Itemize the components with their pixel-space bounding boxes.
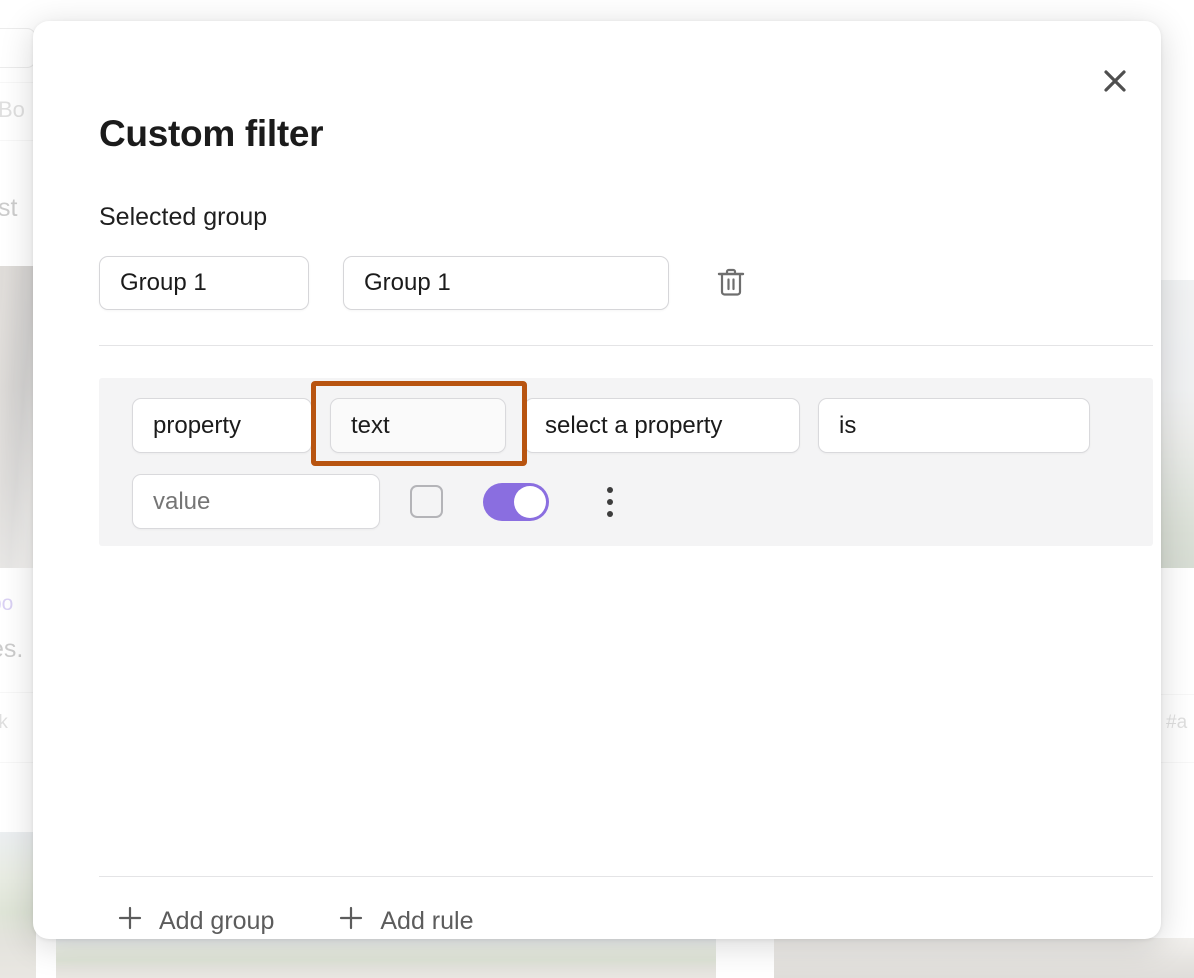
rule-operator-select[interactable]: is [818,398,1090,453]
footer-actions: Add group Add rule [113,899,478,939]
kebab-dot [607,486,613,493]
divider-top [99,345,1153,346]
rule-property-kind-select[interactable]: property [132,398,312,453]
add-group-label: Add group [159,907,275,935]
close-button[interactable] [1093,59,1137,103]
delete-group-button[interactable] [709,261,753,305]
group-select[interactable]: Group 1 [99,256,309,310]
rule-value-type-select[interactable]: text [330,398,506,453]
add-group-button[interactable]: Add group [113,899,278,939]
add-rule-button[interactable]: Add rule [334,899,477,939]
close-icon [1100,66,1130,96]
plus-icon [117,905,143,938]
trash-icon [716,266,746,301]
divider-bottom [99,876,1153,877]
selected-group-label: Selected group [99,203,268,231]
toggle-knob [514,485,546,518]
group-name-input[interactable]: Group 1 [343,256,669,310]
rule-row-secondary [132,474,627,529]
kebab-dot [607,498,613,505]
rule-toggle[interactable] [483,482,549,521]
rule-checkbox[interactable] [410,485,443,518]
page-title: Custom filter [99,113,324,154]
rule-panel: property text select a property is [99,378,1153,546]
rule-row-primary: property text select a property is [132,398,1090,453]
selected-group-row: Group 1 Group 1 [99,256,753,310]
kebab-dot [607,510,613,517]
add-rule-label: Add rule [380,907,474,935]
plus-icon [338,905,364,938]
custom-filter-modal: Custom filter Selected group Group 1 Gro… [33,21,1161,939]
rule-value-input[interactable] [132,474,380,529]
rule-property-select[interactable]: select a property [524,398,800,453]
kebab-menu-icon[interactable] [593,483,627,521]
